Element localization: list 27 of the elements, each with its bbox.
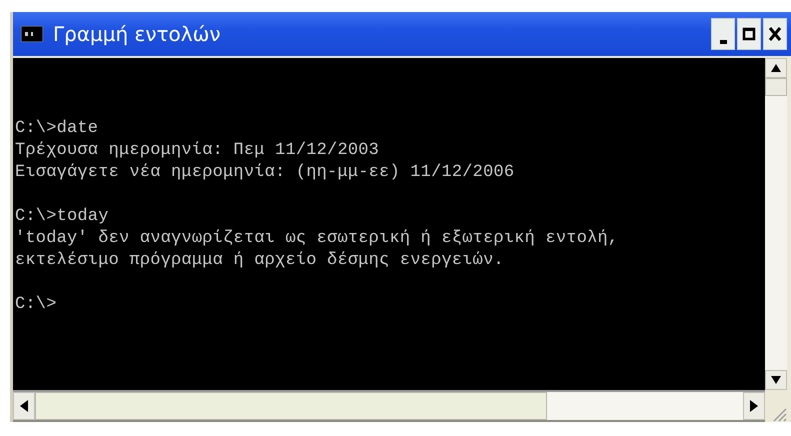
scroll-down-button[interactable] [765, 370, 787, 390]
maximize-button[interactable] [737, 18, 761, 50]
close-icon [768, 26, 782, 42]
console-line: Τρέχουσα ημερομηνία: Πεμ 11/12/2003 [15, 140, 380, 162]
down-triangle-icon [771, 376, 781, 384]
console-icon [21, 26, 43, 42]
up-triangle-icon [771, 64, 781, 72]
scroll-thumb[interactable] [35, 392, 547, 420]
console-line: Εισαγάγετε νέα ημερομηνία: (ηη-μμ-εε) 11/12/2006 [15, 162, 516, 184]
scroll-up-button[interactable] [765, 58, 787, 78]
console-line: 'today' δεν αναγνωρίζεται ως εσωτερική ή εξωτερική εντολή, [15, 228, 620, 250]
left-triangle-icon [20, 400, 28, 412]
scroll-thumb[interactable] [765, 78, 787, 96]
maximize-icon [742, 26, 756, 42]
minimize-button[interactable] [711, 18, 735, 50]
close-button[interactable] [763, 18, 787, 50]
console-line: C:\>today [15, 206, 110, 228]
horizontal-scrollbar[interactable] [13, 390, 765, 422]
console-line: εκτελέσιμο πρόγραμμα ή αρχείο δέσμης ενεργειών. [15, 250, 505, 272]
right-triangle-icon [750, 400, 758, 412]
console-line: C:\> [15, 294, 58, 316]
scroll-left-button[interactable] [13, 392, 35, 420]
console-line: C:\>date [15, 118, 100, 140]
window-title: Γραμμή εντολών [53, 22, 222, 46]
vertical-scrollbar[interactable] [765, 58, 787, 390]
scroll-right-button[interactable] [743, 392, 765, 420]
minimize-icon [720, 40, 726, 44]
